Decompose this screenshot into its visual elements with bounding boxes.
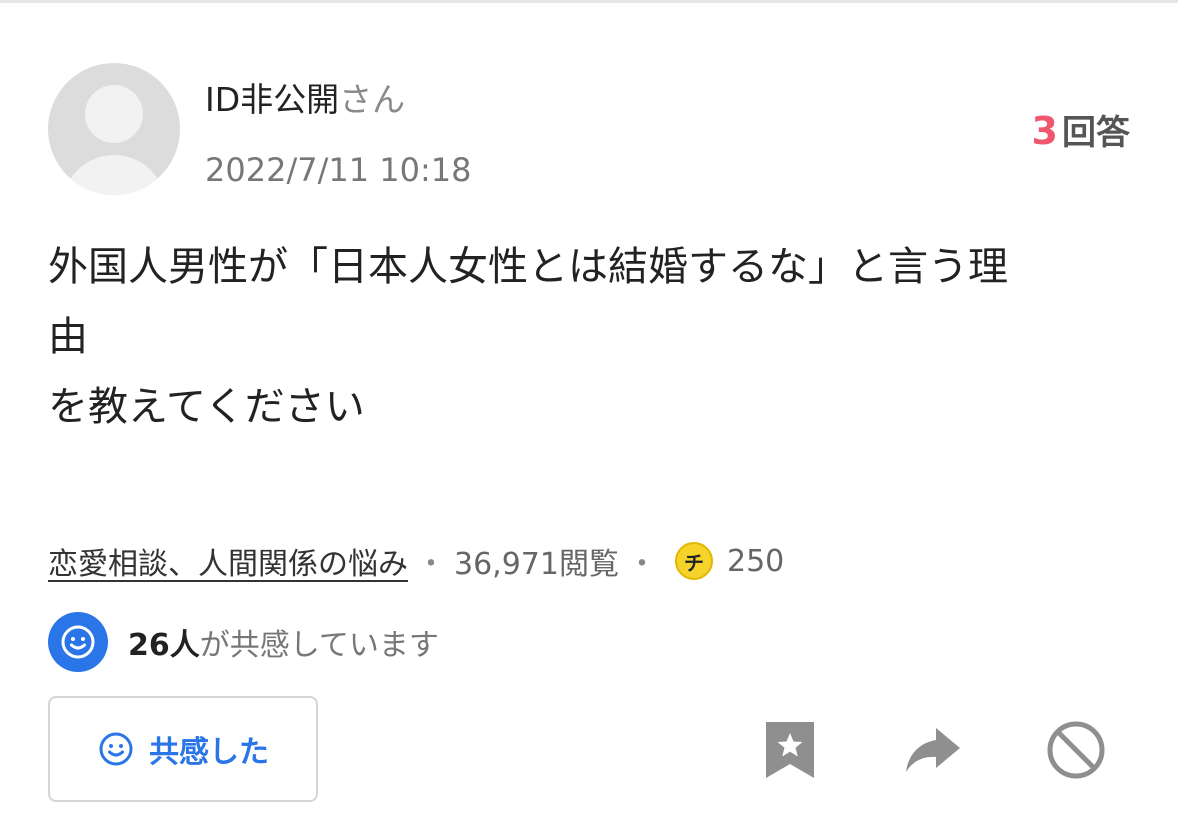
user-avatar[interactable] [48,63,180,195]
meta-separator: ・ [626,547,657,582]
category-link[interactable]: 恋愛相談、人間関係の悩み [48,539,408,583]
user-suffix: さん [339,80,406,119]
question-meta: 恋愛相談、人間関係の悩み ・ 36,971閲覧 ・ チ 250 [48,540,784,582]
meta-separator: ・ [416,547,446,582]
block-icon[interactable] [1044,718,1108,782]
bookmark-star-icon[interactable] [758,718,822,782]
user-id-label: ID非公開 [205,80,340,119]
user-name: ID非公開さん [205,78,405,122]
smile-icon [48,612,108,672]
question-text: 外国人男性が「日本人女性とは結婚するな」と言う理 由 を教えてください [48,244,1008,430]
coin-icon: チ [674,542,713,580]
answer-count[interactable]: 3 回答 [1032,108,1130,156]
share-arrow-icon[interactable] [900,718,964,782]
empathy-text: が共感しています [199,628,439,663]
answer-count-label: 回答 [1062,113,1130,153]
empathize-button[interactable]: 共感した [48,696,318,802]
empathize-button-label: 共感した [149,735,269,770]
avatar-body [62,155,166,195]
post-timestamp: 2022/7/11 10:18 [205,151,472,189]
top-divider [0,0,1178,3]
view-count: 36,971閲覧 [454,547,619,582]
smile-icon [99,732,133,766]
coin-amount: 250 [726,543,785,579]
avatar-head [85,85,143,143]
answer-count-number: 3 [1031,109,1058,153]
empathy-summary: 26人 が共感しています [48,612,439,672]
empathy-count: 26人 [128,628,200,663]
